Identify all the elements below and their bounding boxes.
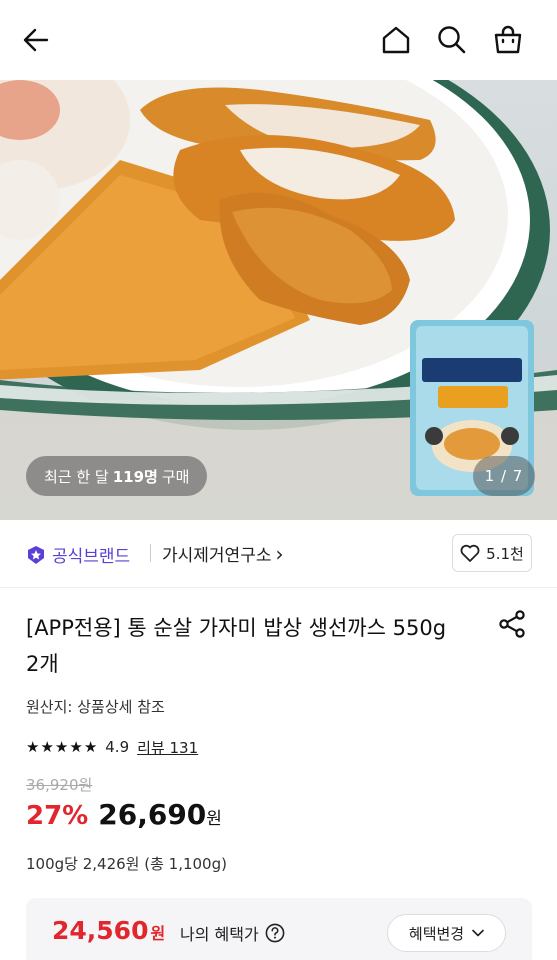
- home-icon: [382, 26, 410, 54]
- rating-value: 4.9: [105, 738, 130, 756]
- star-icon: ★: [83, 738, 98, 756]
- star-icon: ★: [54, 738, 69, 756]
- store-name: 가시제거연구소: [162, 546, 272, 566]
- search-icon: [438, 26, 466, 54]
- back-button[interactable]: [16, 20, 56, 60]
- star-icon: ★: [69, 738, 83, 756]
- search-button[interactable]: [432, 20, 472, 60]
- benefit-price-unit: 원: [150, 924, 166, 943]
- unit-price: 100g당 2,426원 (총 1,100g): [26, 855, 227, 873]
- change-benefit-label: 혜택변경: [408, 924, 465, 943]
- review-link[interactable]: 리뷰 131: [137, 737, 198, 758]
- arrow-left-icon: [23, 28, 49, 52]
- like-button[interactable]: 5.1천: [452, 534, 532, 572]
- chevron-down-icon: [472, 929, 484, 937]
- brand-row: 공식브랜드 가시제거연구소 › 5.1천: [0, 520, 557, 588]
- purchase-count-badge: 최근 한 달 119명 구매: [26, 456, 208, 496]
- product-image-carousel[interactable]: 최근 한 달 119명 구매 1 / 7: [0, 80, 557, 520]
- chevron-right-icon: ›: [275, 541, 284, 566]
- image-pager: 1 / 7: [473, 456, 535, 496]
- sale-price: 26,690원: [98, 798, 222, 831]
- benefit-price-box: 24,560 원 나의 혜택가 혜택변경: [26, 898, 532, 960]
- top-bar: [0, 0, 557, 80]
- origin-info: 원산지: 상품상세 참조: [26, 698, 165, 716]
- sale-price-value: 26,690: [98, 798, 207, 831]
- heart-icon: [460, 544, 480, 562]
- change-benefit-button[interactable]: 혜택변경: [387, 914, 506, 952]
- benefit-price-value: 24,560: [52, 916, 149, 945]
- rating-row: ★ ★ ★ ★ ★ 4.9 리뷰 131: [26, 736, 198, 758]
- home-button[interactable]: [376, 20, 416, 60]
- store-link[interactable]: 가시제거연구소 ›: [162, 541, 284, 567]
- sale-price-unit: 원: [206, 809, 222, 829]
- star-badge-icon: [28, 545, 44, 564]
- price-row: 27% 26,690원: [26, 798, 222, 838]
- benefit-label: 나의 혜택가: [180, 921, 285, 945]
- divider: [150, 544, 151, 562]
- official-brand-label: 공식브랜드: [52, 547, 131, 567]
- badge-prefix: 최근 한 달: [44, 467, 109, 486]
- official-brand-badge: 공식브랜드: [26, 542, 130, 567]
- share-button[interactable]: [496, 608, 528, 640]
- cart-button[interactable]: [488, 20, 528, 60]
- benefit-label-text: 나의 혜택가: [180, 925, 259, 944]
- share-icon: [499, 610, 525, 638]
- question-circle-icon[interactable]: [265, 923, 285, 943]
- discount-rate: 27%: [26, 801, 89, 831]
- star-rating: ★ ★ ★ ★ ★: [26, 738, 97, 756]
- like-count: 5.1천: [486, 544, 524, 563]
- product-title: [APP전용] 통 순살 가자미 밥상 생선까스 550g 2개: [26, 616, 447, 676]
- shopping-bag-icon: [494, 25, 522, 54]
- badge-suffix: 구매: [161, 467, 190, 486]
- benefit-price: 24,560 원: [52, 916, 165, 945]
- original-price: 36,920원: [26, 776, 93, 794]
- badge-count: 119명: [112, 467, 158, 486]
- star-icon: ★: [26, 738, 40, 756]
- star-icon: ★: [40, 738, 54, 756]
